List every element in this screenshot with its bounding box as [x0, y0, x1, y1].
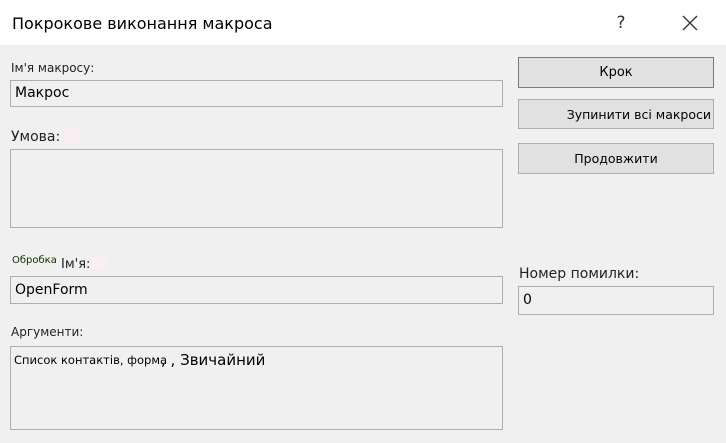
action-prefix-label: Обробка — [11, 255, 58, 266]
title-bar: Покрокове виконання макроса ? — [0, 0, 726, 46]
step-button[interactable]: Крок — [518, 57, 714, 88]
macro-name-label: Ім'я макросу: — [11, 61, 95, 75]
arguments-value-small: Список контактів, форма — [14, 353, 168, 367]
action-name-field[interactable]: OpenForm — [10, 276, 503, 304]
window-title: Покрокове виконання макроса — [12, 14, 273, 33]
error-number-field: 0 — [518, 286, 714, 315]
close-button[interactable] — [672, 6, 708, 40]
help-button[interactable]: ? — [604, 6, 638, 40]
help-icon: ? — [616, 13, 626, 33]
macro-name-field[interactable]: Макрос — [10, 80, 503, 107]
action-name-label: Ім'я: — [61, 257, 91, 272]
continue-button[interactable]: Продовжити — [518, 143, 714, 174]
highlight-mark — [64, 127, 80, 143]
arguments-label: Аргументи: — [11, 325, 84, 339]
arguments-value-large: , , Звичайний — [161, 351, 266, 369]
highlight-mark — [92, 255, 108, 269]
arguments-field[interactable]: Список контактів, форма , , Звичайний — [10, 346, 503, 430]
condition-label: Умова: — [11, 129, 61, 145]
stop-all-macros-button[interactable]: Зупинити всі макроси — [518, 99, 714, 129]
error-number-label: Номер помилки: — [519, 266, 640, 282]
close-icon — [682, 15, 698, 31]
condition-field[interactable] — [10, 149, 503, 228]
